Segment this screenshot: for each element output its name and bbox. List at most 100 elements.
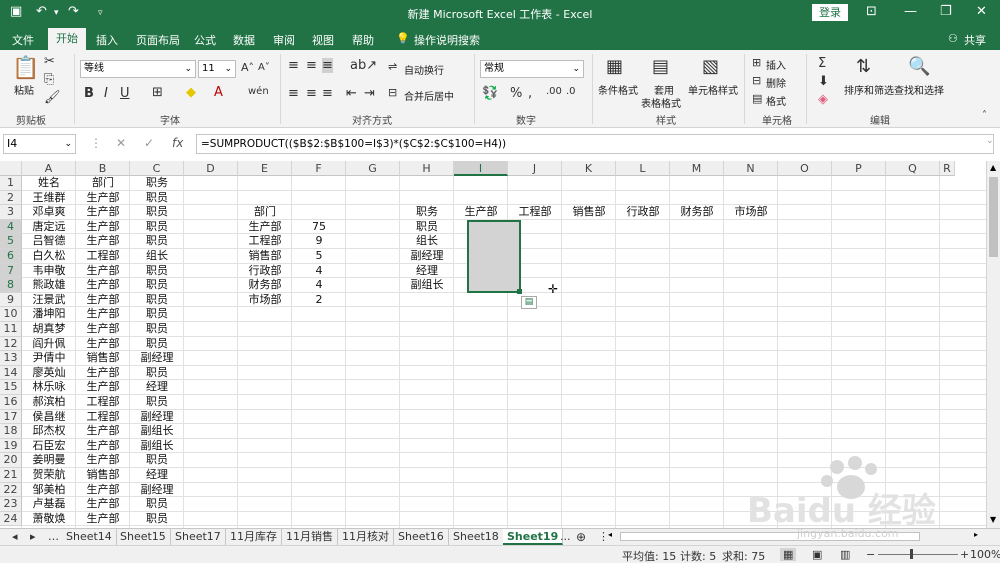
row-header[interactable]: 7 bbox=[0, 263, 22, 279]
borders-icon[interactable]: ⊞ bbox=[152, 85, 163, 100]
column-header[interactable]: C bbox=[130, 161, 184, 176]
cell-title[interactable]: 职员 bbox=[130, 497, 184, 512]
fill-color-icon[interactable]: ◆ bbox=[186, 85, 196, 100]
tab-file[interactable]: 文件 bbox=[12, 32, 34, 48]
row-header[interactable]: 13 bbox=[0, 351, 22, 366]
row-header[interactable]: 6 bbox=[0, 249, 22, 264]
paste-label[interactable]: 粘贴 bbox=[14, 82, 34, 97]
number-format-select[interactable]: 常规 ⌄ bbox=[480, 60, 584, 78]
cell-title[interactable]: 副组长 bbox=[130, 439, 184, 454]
column-header[interactable]: M bbox=[670, 161, 724, 176]
column-header[interactable]: L bbox=[616, 161, 670, 176]
cell-name[interactable]: 姜明曼 bbox=[22, 453, 76, 468]
cell-name[interactable]: 侯昌继 bbox=[22, 410, 76, 425]
cell-styles-icon[interactable]: ▧ bbox=[702, 56, 719, 77]
cell-summary-dept[interactable]: 部门 bbox=[238, 205, 292, 220]
sheet-tab[interactable]: Sheet18 bbox=[449, 529, 504, 545]
cell-name[interactable]: 林乐咏 bbox=[22, 380, 76, 395]
column-header[interactable]: E bbox=[238, 161, 292, 176]
sheet-tab[interactable]: Sheet16 bbox=[394, 529, 449, 545]
cell-dept[interactable]: 销售部 bbox=[76, 351, 130, 366]
cell-title[interactable]: 职员 bbox=[130, 205, 184, 220]
scroll-thumb[interactable] bbox=[989, 177, 998, 257]
sheet-tab[interactable]: Sheet17 bbox=[171, 529, 226, 545]
column-header[interactable]: O bbox=[778, 161, 832, 176]
cell-matrix-title[interactable]: 组长 bbox=[400, 234, 454, 249]
wrap-text-button[interactable]: 自动换行 bbox=[404, 62, 444, 77]
underline-icon[interactable]: U bbox=[120, 86, 130, 101]
column-header[interactable]: H bbox=[400, 161, 454, 176]
phonetic-icon[interactable]: wén bbox=[248, 86, 269, 97]
prev-sheet-icon[interactable]: ◂ bbox=[8, 529, 22, 545]
column-header[interactable]: Q bbox=[886, 161, 940, 176]
cell-dept[interactable]: 生产部 bbox=[76, 205, 130, 220]
tab-formulas[interactable]: 公式 bbox=[194, 32, 216, 48]
cell-styles-button[interactable]: 单元格样式 bbox=[688, 82, 738, 97]
cell-summary-count[interactable]: 75 bbox=[292, 220, 346, 235]
cell-title[interactable]: 职员 bbox=[130, 278, 184, 293]
row-header[interactable]: 3 bbox=[0, 205, 22, 220]
format-cells-button[interactable]: 格式 bbox=[766, 93, 786, 108]
cell-dept[interactable]: 生产部 bbox=[76, 512, 130, 527]
row-header[interactable]: 5 bbox=[0, 234, 22, 249]
more-sheets-left[interactable]: … bbox=[44, 529, 63, 545]
italic-icon[interactable]: I bbox=[104, 86, 108, 101]
row-header[interactable]: 4 bbox=[0, 219, 22, 235]
insert-cells-icon[interactable]: ⊞ bbox=[752, 56, 761, 69]
cell-name[interactable]: 王维群 bbox=[22, 191, 76, 206]
cell-title[interactable]: 副经理 bbox=[130, 410, 184, 425]
collapse-ribbon-icon[interactable]: ˄ bbox=[982, 110, 987, 121]
row-header[interactable]: 12 bbox=[0, 336, 22, 352]
column-header[interactable]: A bbox=[22, 161, 76, 176]
cell-summary-count[interactable]: 2 bbox=[292, 293, 346, 308]
align-center-icon[interactable]: ≡ bbox=[306, 86, 317, 101]
cell-name[interactable]: 邹美柏 bbox=[22, 483, 76, 498]
cell-name[interactable]: 潘坤阳 bbox=[22, 307, 76, 322]
tab-data[interactable]: 数据 bbox=[233, 32, 255, 48]
row-header[interactable]: 18 bbox=[0, 424, 22, 439]
sheet-tab[interactable]: Sheet14 bbox=[62, 529, 117, 545]
scroll-right-icon[interactable]: ▸ bbox=[974, 530, 978, 539]
selected-range[interactable] bbox=[467, 220, 521, 293]
cell-dept[interactable]: 生产部 bbox=[76, 497, 130, 512]
cell-title[interactable]: 职员 bbox=[130, 322, 184, 337]
align-middle-icon[interactable]: ≡ bbox=[306, 58, 317, 73]
sheet-tab-active[interactable]: Sheet19 bbox=[503, 529, 564, 545]
row-header[interactable]: 17 bbox=[0, 409, 22, 425]
cell-matrix-title[interactable]: 经理 bbox=[400, 264, 454, 279]
cell-name[interactable]: 姓名 bbox=[22, 176, 76, 191]
align-bottom-icon[interactable]: ≡ bbox=[322, 58, 333, 73]
row-header[interactable]: 19 bbox=[0, 438, 22, 454]
cell-name[interactable]: 廖英灿 bbox=[22, 366, 76, 381]
copy-icon[interactable]: ⎘ bbox=[44, 72, 54, 87]
sheet-tab[interactable]: 11月销售 bbox=[282, 529, 338, 545]
cell-summary-dept[interactable]: 工程部 bbox=[238, 234, 292, 249]
cell-title[interactable]: 职员 bbox=[130, 512, 184, 527]
row-header[interactable]: 11 bbox=[0, 322, 22, 337]
cell-title[interactable]: 职员 bbox=[130, 234, 184, 249]
cancel-icon[interactable]: ✕ bbox=[116, 136, 126, 150]
cell-title[interactable]: 职员 bbox=[130, 366, 184, 381]
cell-title[interactable]: 副组长 bbox=[130, 424, 184, 439]
merge-center-button[interactable]: 合并后居中 bbox=[404, 88, 454, 103]
row-header[interactable]: 24 bbox=[0, 511, 22, 527]
cell-dept[interactable]: 生产部 bbox=[76, 191, 130, 206]
format-painter-icon[interactable]: 🖌 bbox=[44, 90, 61, 105]
cut-icon[interactable]: ✂ bbox=[44, 54, 55, 69]
clear-icon[interactable]: ◈ bbox=[818, 92, 828, 107]
cell-matrix-header[interactable]: 生产部 bbox=[454, 205, 508, 220]
cell-title[interactable]: 职员 bbox=[130, 264, 184, 279]
next-sheet-icon[interactable]: ▸ bbox=[26, 529, 40, 545]
row-header[interactable]: 20 bbox=[0, 453, 22, 468]
cell-title[interactable]: 职员 bbox=[130, 453, 184, 468]
fill-handle[interactable] bbox=[517, 289, 522, 294]
align-right-icon[interactable]: ≡ bbox=[322, 86, 333, 101]
decrease-decimal-icon[interactable]: .0 bbox=[566, 86, 576, 97]
row-header[interactable]: 10 bbox=[0, 307, 22, 322]
row-header[interactable]: 2 bbox=[0, 190, 22, 206]
cell-matrix-header[interactable]: 财务部 bbox=[670, 205, 724, 220]
cell-name[interactable]: 阎升佩 bbox=[22, 337, 76, 352]
tab-page-layout[interactable]: 页面布局 bbox=[136, 32, 180, 48]
cell-title[interactable]: 职务 bbox=[130, 176, 184, 191]
cell-summary-count[interactable]: 4 bbox=[292, 264, 346, 279]
